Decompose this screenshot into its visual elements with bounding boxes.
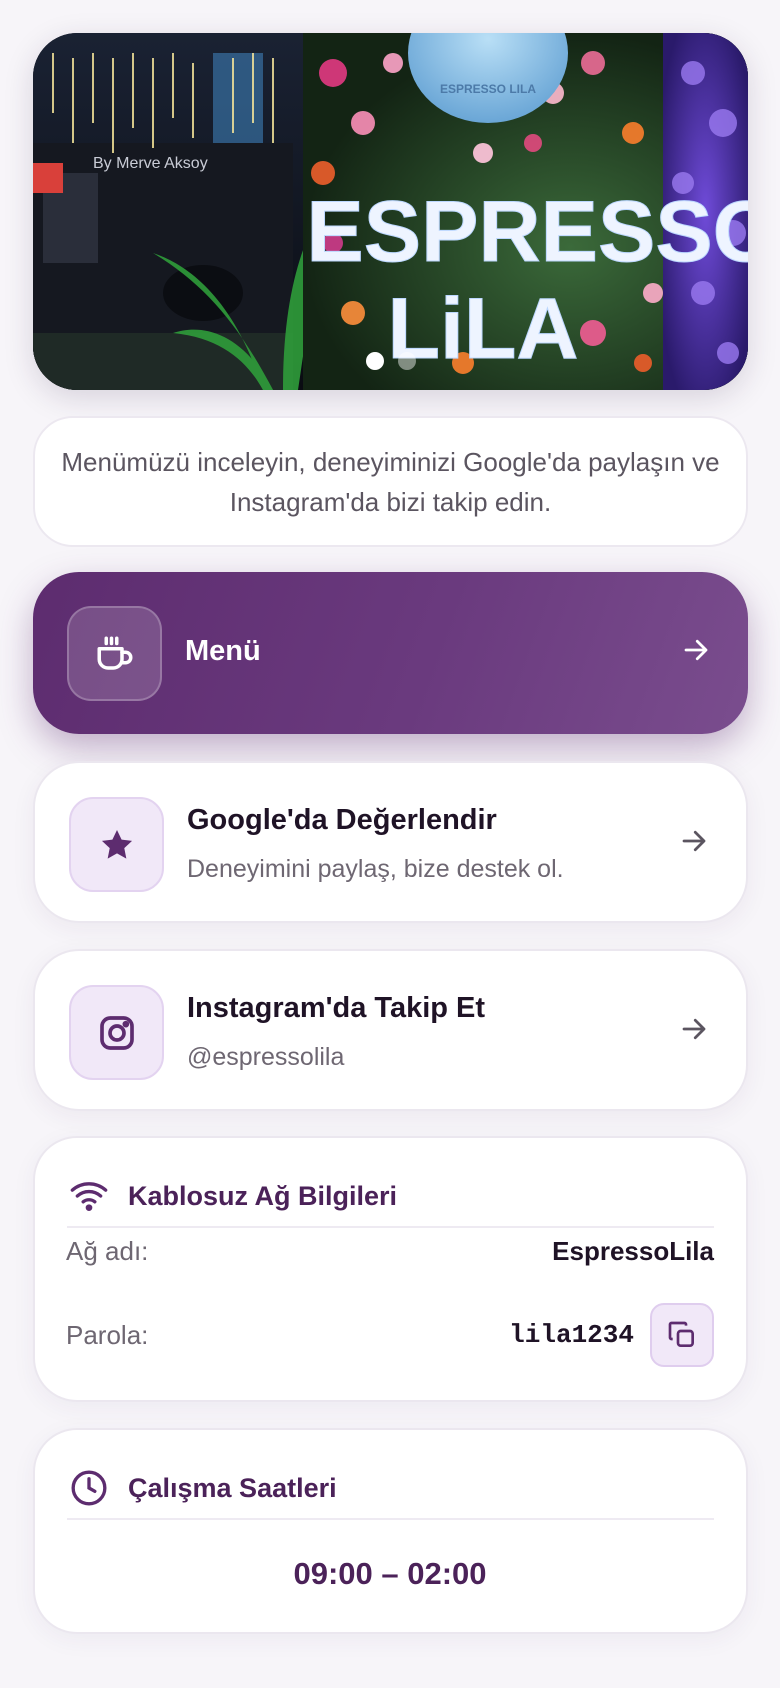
wifi-network-row: Ağ adı: EspressoLila <box>66 1236 714 1267</box>
hero-badge-text: ESPRESSO LILA <box>440 82 536 96</box>
google-subtitle: Deneyimini paylaş, bize destek ol. <box>187 855 564 883</box>
google-icon-box <box>69 797 164 892</box>
menu-icon-box <box>67 606 162 701</box>
carousel-dot-1[interactable] <box>365 352 384 370</box>
hours-title: Çalışma Saatleri <box>128 1472 337 1503</box>
wifi-header: Kablosuz Ağ Bilgileri <box>67 1166 714 1228</box>
arrow-right-icon <box>678 632 714 668</box>
carousel-dot-2[interactable] <box>397 352 416 370</box>
menu-button[interactable]: Menü <box>33 572 748 734</box>
instagram-icon-box <box>69 985 164 1080</box>
wifi-title: Kablosuz Ağ Bilgileri <box>128 1180 398 1211</box>
password-label: Parola: <box>66 1319 149 1350</box>
coffee-cup-icon <box>97 636 132 670</box>
hero-shop-text: By Merve Aksoy <box>93 155 208 172</box>
network-value: EspressoLila <box>552 1236 714 1266</box>
menu-title: Menü <box>185 635 261 667</box>
instagram-follow-button[interactable]: Instagram'da Takip Et @espressolila <box>33 949 748 1111</box>
google-title: Google'da Değerlendir <box>187 804 497 836</box>
arrow-right-icon <box>676 823 712 859</box>
instagram-handle: @espressolila <box>187 1043 345 1071</box>
network-label: Ağ adı: <box>66 1236 149 1266</box>
instagram-icon <box>99 1015 134 1050</box>
star-icon <box>101 829 132 859</box>
arrow-right-icon <box>676 1011 712 1047</box>
hero-sign-line1: ESPRESSO <box>306 184 748 280</box>
password-value: lila1234 <box>509 1320 634 1350</box>
clock-icon <box>67 1466 111 1510</box>
wifi-icon <box>67 1174 111 1218</box>
wifi-password-row: Parola: lila1234 <box>66 1302 714 1368</box>
copy-password-button[interactable] <box>650 1303 714 1367</box>
intro-text: Menümüzü inceleyin, deneyiminizi Google'… <box>61 446 720 517</box>
carousel-dots <box>33 352 748 370</box>
copy-icon <box>668 1321 694 1347</box>
hours-card: Çalışma Saatleri <box>33 1428 748 1634</box>
intro-card: Menümüzü inceleyin, deneyiminizi Google'… <box>33 416 748 547</box>
hero-photo: ESPRESSO LILA By Merve Aksoy ESPRESSO Li… <box>33 33 748 390</box>
hours-header: Çalışma Saatleri <box>67 1458 714 1520</box>
google-review-button[interactable]: Google'da Değerlendir Deneyimini paylaş,… <box>33 761 748 923</box>
hero-carousel[interactable]: ESPRESSO LILA By Merve Aksoy ESPRESSO Li… <box>33 33 748 390</box>
page: ESPRESSO LILA By Merve Aksoy ESPRESSO Li… <box>0 0 780 1688</box>
instagram-title: Instagram'da Takip Et <box>187 992 486 1024</box>
hours-value: 09:00 – 02:00 <box>293 1556 487 1591</box>
